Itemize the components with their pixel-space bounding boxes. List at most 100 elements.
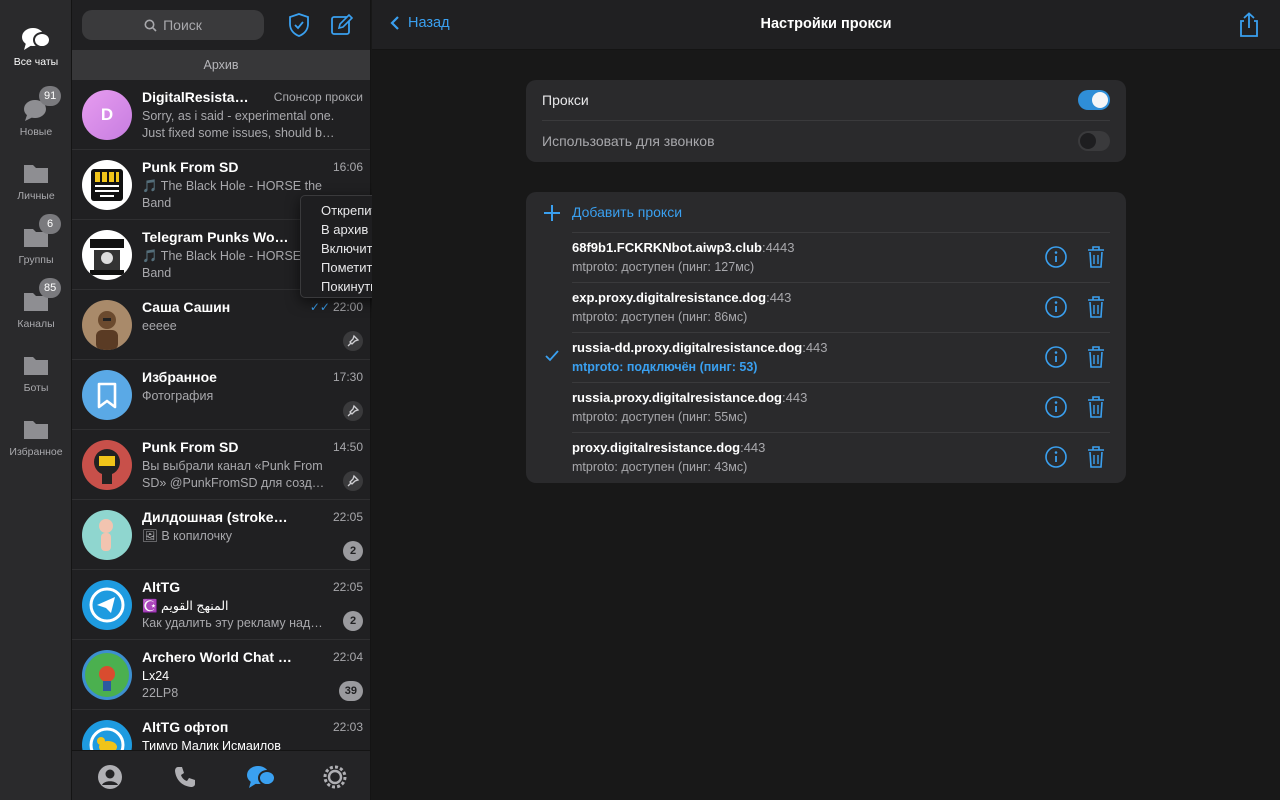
folder-label: Новые [19, 126, 53, 138]
chat-preview: Lx24 22LP8 [142, 668, 342, 702]
compose-icon[interactable] [329, 12, 354, 38]
avatar [82, 650, 132, 700]
chat-time: 14:50 [332, 440, 363, 454]
chat-time: 17:30 [332, 370, 363, 384]
info-icon[interactable] [1044, 345, 1068, 369]
chat-name: Telegram Punks World… [142, 229, 292, 245]
chat-row[interactable]: Punk From SD 14:50 Вы выбрали канал «Pun… [72, 430, 370, 500]
proxy-port: :4443 [761, 240, 795, 255]
chat-preview: 🖼 В копилочку [142, 528, 342, 545]
trash-icon[interactable] [1086, 345, 1106, 369]
trash-icon[interactable] [1086, 295, 1106, 319]
info-icon[interactable] [1044, 445, 1068, 469]
calls-tab-icon[interactable] [171, 763, 199, 791]
settings-gear-icon[interactable] [321, 763, 349, 791]
folder-label: Боты [23, 382, 49, 394]
trash-icon[interactable] [1086, 245, 1106, 269]
bottom-tab-bar [72, 750, 370, 800]
chat-name: Саша Сашин [142, 299, 231, 315]
unread-count-badge: 85 [39, 278, 62, 298]
chat-row[interactable]: Избранное 17:30 Фотография [72, 360, 370, 430]
chat-preview: Фотография [142, 388, 342, 405]
plus-icon [544, 205, 560, 221]
contacts-tab-icon[interactable] [96, 763, 124, 791]
add-proxy-label: Добавить прокси [572, 204, 683, 220]
folder-bots[interactable]: Боты [0, 352, 72, 394]
chat-time-value: 22:00 [332, 300, 363, 314]
proxy-row[interactable]: 68f9b1.FCKRKNbot.aiwp3.club:4443 mtproto… [526, 232, 1126, 282]
chat-row[interactable]: Archero World Chat 🏹 22:04 Lx24 22LP8 39 [72, 640, 370, 710]
preview-line: Just fixed some issues, should b… [142, 126, 335, 140]
preview-line: eeeee [142, 319, 177, 333]
folder-icon [21, 416, 51, 442]
page-title: Настройки прокси [760, 16, 892, 32]
preview-line: Lx24 [142, 669, 170, 683]
avatar [82, 440, 132, 490]
proxy-row[interactable]: exp.proxy.digitalresistance.dog:443 mtpr… [526, 282, 1126, 332]
folder-label: Все чаты [13, 56, 59, 68]
folder-groups[interactable]: 6 Группы [0, 214, 72, 266]
info-icon[interactable] [1044, 295, 1068, 319]
unread-badge: 2 [343, 541, 363, 561]
shield-check-icon[interactable] [287, 12, 311, 38]
avatar [82, 230, 132, 280]
info-icon[interactable] [1044, 245, 1068, 269]
archive-bar[interactable]: Архив [72, 50, 370, 80]
proxy-host-name: proxy.digitalresistance.dog [572, 440, 741, 455]
folder-favorites[interactable]: Избранное [0, 416, 72, 458]
folder-label: Группы [18, 254, 54, 266]
proxy-toggle[interactable] [1078, 90, 1110, 110]
chat-name: Punk From SD [142, 439, 239, 455]
folder-all-chats[interactable]: Все чаты [0, 26, 72, 68]
folder-personal[interactable]: Личные [0, 160, 72, 202]
preview-line: ☪️ المنهج القويم [142, 599, 229, 613]
chat-time: 16:06 [332, 160, 363, 174]
chat-name: Избранное [142, 369, 217, 385]
proxy-host-name: 68f9b1.FCKRKNbot.aiwp3.club [572, 240, 762, 255]
search-input[interactable]: Поиск [82, 10, 264, 40]
proxy-port: :443 [740, 440, 766, 455]
unread-badge: 39 [338, 681, 363, 701]
chat-row[interactable]: AltTG 22:05 ☪️ المنهج القويم Как удалить… [72, 570, 370, 640]
share-icon[interactable] [1238, 12, 1260, 38]
add-proxy-button[interactable]: Добавить прокси [526, 192, 1126, 232]
chats-icon [21, 26, 51, 52]
proxy-toggle-row: Прокси [526, 80, 1126, 120]
unread-count-badge: 91 [39, 86, 62, 106]
chat-name: DigitalResistan… [142, 89, 257, 105]
preview-line: Фотография [142, 389, 214, 403]
chat-time: 22:04 [332, 650, 363, 664]
chat-row[interactable]: Саша Сашин ✓✓ 22:00 eeeee [72, 290, 370, 360]
chat-row[interactable]: Дилдошная (strokes b… 22:05 🖼 В копилочк… [72, 500, 370, 570]
folder-channels[interactable]: 85 Каналы [0, 278, 72, 330]
chat-preview: eeeee [142, 318, 342, 335]
proxy-toggle-card: Прокси Использовать для звонков [526, 80, 1126, 162]
proxy-status: mtproto: доступен (пинг: 127мс) [572, 260, 755, 274]
preview-line: 🎵 The Black Hole - HORSE the [142, 179, 322, 193]
proxy-row-selected[interactable]: russia-dd.proxy.digitalresistance.dog:44… [526, 332, 1126, 382]
chats-tab-icon[interactable] [246, 763, 276, 791]
chat-row[interactable]: D DigitalResistan… Спонсор прокси Sorry,… [72, 80, 370, 150]
folder-icon [21, 352, 51, 378]
chat-name: Дилдошная (strokes b… [142, 509, 292, 525]
proxy-row[interactable]: proxy.digitalresistance.dog:443 mtproto:… [526, 432, 1126, 482]
proxy-host: proxy.digitalresistance.dog:443 [572, 440, 765, 455]
calls-toggle[interactable] [1078, 131, 1110, 151]
proxy-row[interactable]: russia.proxy.digitalresistance.dog:443 m… [526, 382, 1126, 432]
info-icon[interactable] [1044, 395, 1068, 419]
toggle-knob [1080, 133, 1096, 149]
calls-label: Использовать для звонков [542, 133, 715, 149]
trash-icon[interactable] [1086, 395, 1106, 419]
preview-line: 🖼 В копилочку [142, 529, 232, 543]
trash-icon[interactable] [1086, 445, 1106, 469]
proxy-status: mtproto: доступен (пинг: 55мс) [572, 410, 748, 424]
folder-icon: 85 [21, 278, 62, 314]
preview-line: Вы выбрали канал «Punk From [142, 459, 323, 473]
proxy-host: russia-dd.proxy.digitalresistance.dog:44… [572, 340, 828, 355]
chat-preview: Вы выбрали канал «Punk From SD» @PunkFro… [142, 458, 342, 492]
proxy-status: mtproto: подключён (пинг: 53) [572, 360, 758, 374]
pane-header: Назад Настройки прокси [372, 0, 1280, 50]
folder-new[interactable]: 91 Новые [0, 86, 72, 138]
folder-label: Личные [17, 190, 55, 202]
avatar [82, 580, 132, 630]
